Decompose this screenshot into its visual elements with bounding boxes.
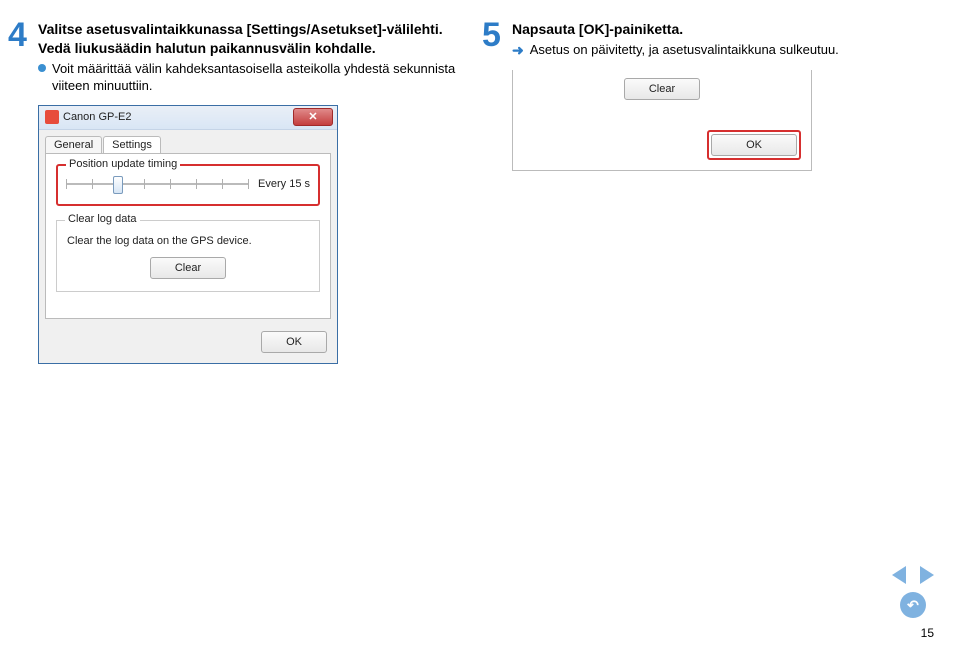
step-4: 4 Valitse asetusvalintaikkunassa [Settin…: [8, 20, 458, 364]
tab-settings[interactable]: Settings: [103, 136, 161, 153]
clear-button[interactable]: Clear: [150, 257, 226, 279]
app-logo-icon: [45, 110, 59, 124]
triangle-right-icon: [920, 566, 934, 584]
ok-button-2[interactable]: OK: [711, 134, 797, 156]
clear-log-group: Clear log data Clear the log data on the…: [56, 220, 320, 292]
clear-log-legend: Clear log data: [65, 213, 140, 225]
step-4-column: 4 Valitse asetusvalintaikkunassa [Settin…: [8, 20, 458, 364]
step-5-body: Napsauta [OK]-painiketta. ➜ Asetus on pä…: [512, 20, 932, 171]
step-5-result-text: Asetus on päivitetty, ja asetusvalintaik…: [530, 41, 839, 60]
step-5-column: 5 Napsauta [OK]-painiketta. ➜ Asetus on …: [482, 20, 932, 364]
position-update-legend: Position update timing: [66, 158, 180, 170]
slider-row: Every 15 s: [66, 174, 310, 194]
tab-general[interactable]: General: [45, 136, 102, 153]
ok-highlight: OK: [707, 130, 801, 160]
slider-value-label: Every 15 s: [258, 178, 310, 190]
step-5: 5 Napsauta [OK]-painiketta. ➜ Asetus on …: [482, 20, 932, 171]
ok-dialog-crop: Clear OK: [512, 70, 812, 171]
step-5-result: ➜ Asetus on päivitetty, ja asetusvalinta…: [512, 41, 932, 60]
settings-dialog: Canon GP-E2 ✕ General Settings Position …: [38, 105, 338, 364]
step-5-number: 5: [482, 20, 504, 171]
position-update-group: Position update timing: [56, 164, 320, 206]
clear-btn-row: Clear: [65, 257, 311, 279]
step-4-bullet-text: Voit määrittää välin kahdeksantasoisella…: [52, 60, 458, 95]
step-4-body: Valitse asetusvalintaikkunassa [Settings…: [38, 20, 458, 364]
step-4-heading: Valitse asetusvalintaikkunassa [Settings…: [38, 20, 458, 58]
tab-bar: General Settings: [39, 130, 337, 153]
arrow-right-icon: ➜: [512, 41, 524, 60]
next-page-button[interactable]: [916, 564, 938, 586]
tab-panel-settings: Position update timing: [45, 153, 331, 319]
return-icon: ↶: [907, 597, 919, 614]
step-4-number: 4: [8, 20, 30, 364]
step-4-bullet: Voit määrittää välin kahdeksantasoisella…: [38, 60, 458, 95]
step-5-heading: Napsauta [OK]-painiketta.: [512, 20, 932, 39]
dialog-ok-row: OK: [39, 325, 337, 363]
nav-arrows: [888, 564, 938, 586]
bullet-icon: [38, 64, 46, 72]
page-number: 15: [921, 626, 934, 640]
footer-nav: ↶: [888, 564, 938, 618]
return-button[interactable]: ↶: [900, 592, 926, 618]
clear-log-desc: Clear the log data on the GPS device.: [67, 235, 311, 247]
ok-button[interactable]: OK: [261, 331, 327, 353]
page-content: 4 Valitse asetusvalintaikkunassa [Settin…: [0, 0, 960, 364]
slider-thumb[interactable]: [113, 176, 123, 194]
slider-track: [66, 183, 248, 185]
interval-slider[interactable]: [66, 174, 248, 194]
close-button[interactable]: ✕: [293, 108, 333, 126]
dialog-title: Canon GP-E2: [63, 111, 131, 123]
prev-page-button[interactable]: [888, 564, 910, 586]
triangle-left-icon: [892, 566, 906, 584]
clear-button-2[interactable]: Clear: [624, 78, 700, 100]
dialog-titlebar: Canon GP-E2 ✕: [39, 106, 337, 130]
